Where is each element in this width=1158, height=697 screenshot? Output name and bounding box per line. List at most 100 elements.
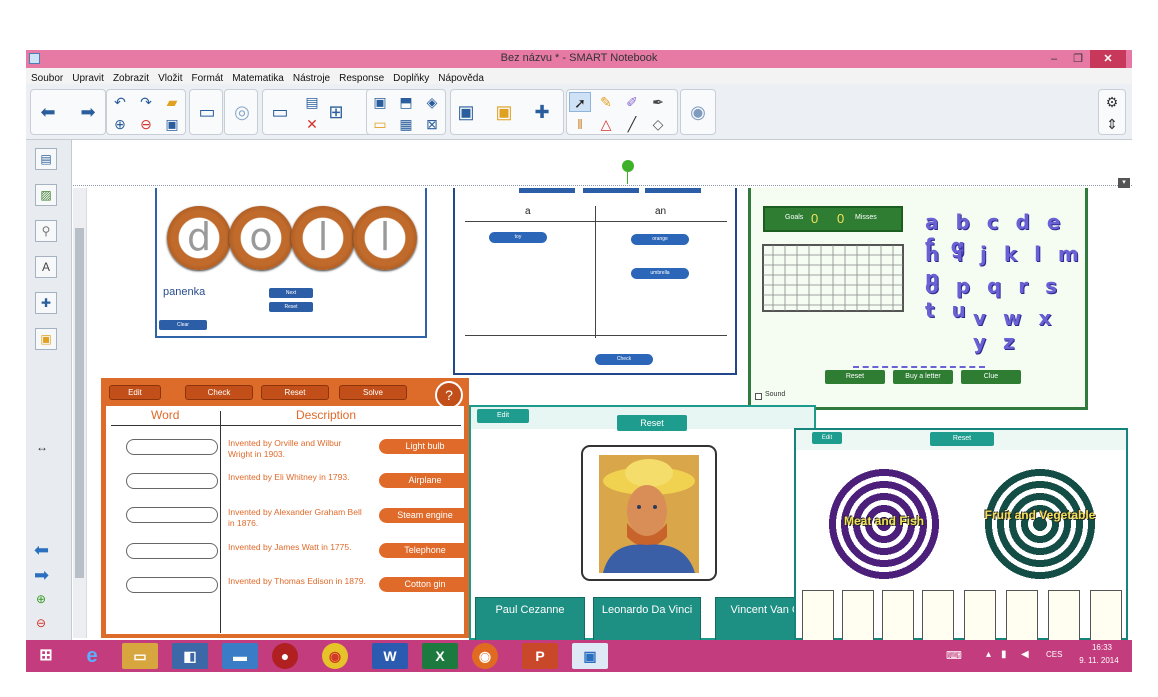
- gallery-tab-icon[interactable]: ▨: [35, 184, 57, 206]
- menu-upravit[interactable]: Upravit: [67, 71, 108, 84]
- screen-capture-icon[interactable]: ▣: [369, 92, 391, 112]
- menu-response[interactable]: Response: [334, 71, 388, 84]
- forward-arrow-icon[interactable]: ➡: [34, 565, 49, 586]
- card-slot[interactable]: [1090, 590, 1122, 642]
- buy-letter-button[interactable]: Buy a letter: [893, 370, 953, 384]
- start-windows-icon[interactable]: ⊞: [32, 643, 60, 669]
- prev-page-icon[interactable]: ⬅: [37, 92, 59, 132]
- menu-format[interactable]: Formát: [187, 71, 228, 84]
- add-page-icon[interactable]: ⊕: [109, 114, 131, 134]
- card-slot[interactable]: [964, 590, 996, 642]
- insert-table-icon[interactable]: ▦: [395, 114, 417, 134]
- solve-button[interactable]: Solve: [339, 385, 407, 400]
- check-button[interactable]: Check: [185, 385, 253, 400]
- answer-slot[interactable]: [126, 439, 218, 455]
- card-slot[interactable]: [922, 590, 954, 642]
- fill-tool-icon[interactable]: ◉: [687, 92, 709, 132]
- restore-button[interactable]: ❐: [1066, 50, 1090, 68]
- clear-button[interactable]: Clear: [159, 320, 207, 330]
- inventors-match-widget[interactable]: Edit Check Reset Solve ? Word Descriptio…: [101, 378, 471, 638]
- volume-icon[interactable]: ◀: [1021, 649, 1029, 660]
- file-explorer-icon[interactable]: ▭: [122, 643, 158, 669]
- doll-word-widget[interactable]: d o l l panenka Next Reset Clear: [155, 188, 427, 338]
- creative-pens-icon[interactable]: ‖: [569, 114, 591, 134]
- edit-button[interactable]: Edit: [109, 385, 161, 400]
- math-tools-icon[interactable]: ▣: [455, 92, 477, 132]
- word-tile[interactable]: Cotton gin: [379, 577, 471, 592]
- menu-zobrazit[interactable]: Zobrazit: [108, 71, 153, 84]
- category-sort-widget[interactable]: Edit Reset Meat and Fish Fruit and Veget…: [794, 428, 1128, 642]
- next-page-icon[interactable]: ➡: [77, 92, 99, 132]
- internet-explorer-icon[interactable]: e: [74, 643, 110, 669]
- menu-napoveda[interactable]: Nápověda: [433, 71, 488, 84]
- reset-button[interactable]: Reset: [261, 385, 329, 400]
- lesson-activity-icon[interactable]: ▣: [493, 92, 515, 132]
- check-button[interactable]: Check: [595, 354, 653, 365]
- reset-button[interactable]: Reset: [617, 415, 687, 431]
- eraser-icon[interactable]: ◇: [647, 114, 669, 134]
- notebook-icon[interactable]: ◧: [172, 643, 208, 669]
- word-tile[interactable]: umbrella: [631, 268, 689, 279]
- answer-slot[interactable]: [126, 577, 218, 593]
- smart-notebook-task-icon[interactable]: ▣: [572, 643, 608, 669]
- clock-date[interactable]: 9. 11. 2014: [1072, 656, 1126, 665]
- clue-button[interactable]: Clue: [961, 370, 1021, 384]
- delete-page-icon[interactable]: ⊖: [135, 114, 157, 134]
- menu-soubor[interactable]: Soubor: [26, 71, 67, 84]
- keyboard-icon[interactable]: ⌨: [946, 649, 962, 662]
- red-app-icon[interactable]: ●: [272, 643, 298, 669]
- add-page-side-icon[interactable]: ⊕: [36, 592, 46, 606]
- card-slot[interactable]: [1048, 590, 1080, 642]
- spiral-icon[interactable]: [984, 468, 1096, 580]
- capture-area-icon[interactable]: ⬒: [395, 92, 417, 112]
- gallery-icon[interactable]: ◈: [421, 92, 443, 112]
- minimize-button[interactable]: –: [1042, 50, 1066, 68]
- letter-ball[interactable]: d: [167, 206, 231, 270]
- page-sorter-icon[interactable]: ▤: [35, 148, 57, 170]
- attachments-icon[interactable]: ⚲: [35, 220, 57, 242]
- card-slot[interactable]: [882, 590, 914, 642]
- highlighter-icon[interactable]: ✐: [621, 92, 643, 112]
- select-tool-icon[interactable]: ➚: [569, 92, 591, 112]
- undo-icon[interactable]: ↶: [109, 92, 131, 112]
- reset-button[interactable]: Reset: [825, 370, 885, 384]
- save-icon[interactable]: ▣: [161, 114, 183, 134]
- word-tile[interactable]: Light bulb: [379, 439, 471, 454]
- redo-icon[interactable]: ↷: [135, 92, 157, 112]
- scrollbar-thumb[interactable]: [75, 228, 84, 578]
- open-file-icon[interactable]: ▰: [161, 92, 183, 112]
- move-toolbar-icon[interactable]: ⇕: [1101, 114, 1123, 134]
- menu-vlozit[interactable]: Vložit: [153, 71, 186, 84]
- back-arrow-icon[interactable]: ⬅: [34, 540, 49, 561]
- chrome-icon[interactable]: ◉: [322, 643, 348, 669]
- excel-icon[interactable]: X: [422, 643, 458, 669]
- word-tile[interactable]: orange: [631, 234, 689, 245]
- edit-button[interactable]: Edit: [812, 432, 842, 444]
- artist-choice[interactable]: Paul Cezanne: [475, 597, 585, 642]
- fullscreen-icon[interactable]: ▭: [196, 92, 218, 132]
- help-button[interactable]: ?: [435, 381, 463, 409]
- letter-row[interactable]: v w x y z: [973, 306, 1085, 354]
- object-menu-icon[interactable]: ▾: [1118, 178, 1130, 188]
- letter-ball[interactable]: l: [291, 206, 355, 270]
- letter-ball[interactable]: l: [353, 206, 417, 270]
- menu-matematika[interactable]: Matematika: [227, 71, 288, 84]
- language-indicator[interactable]: CES: [1046, 650, 1062, 659]
- next-button[interactable]: Next: [269, 288, 313, 298]
- artist-quiz-widget[interactable]: Edit Reset Paul Cezanne Leonardo Da Vinc…: [469, 405, 816, 642]
- screen-icon[interactable]: ▬: [222, 643, 258, 669]
- sound-checkbox[interactable]: [755, 393, 762, 400]
- document-camera-icon[interactable]: ▭: [269, 92, 291, 132]
- paste-icon[interactable]: ▤: [301, 92, 323, 112]
- resize-handle[interactable]: ↔: [36, 440, 48, 454]
- rotate-handle-icon[interactable]: [622, 160, 634, 172]
- delete-icon[interactable]: ✕: [301, 114, 323, 134]
- gear-icon[interactable]: ⚙: [1101, 92, 1123, 112]
- word-tile[interactable]: Steam engine: [379, 508, 471, 523]
- soccer-word-game[interactable]: Goals 0 0 Misses a b c d e f g h i j k l…: [748, 188, 1088, 410]
- reset-button[interactable]: Reset: [269, 302, 313, 312]
- word-tile[interactable]: toy: [489, 232, 547, 243]
- answer-slot[interactable]: [126, 473, 218, 489]
- answer-slot[interactable]: [126, 507, 218, 523]
- card-slot[interactable]: [1006, 590, 1038, 642]
